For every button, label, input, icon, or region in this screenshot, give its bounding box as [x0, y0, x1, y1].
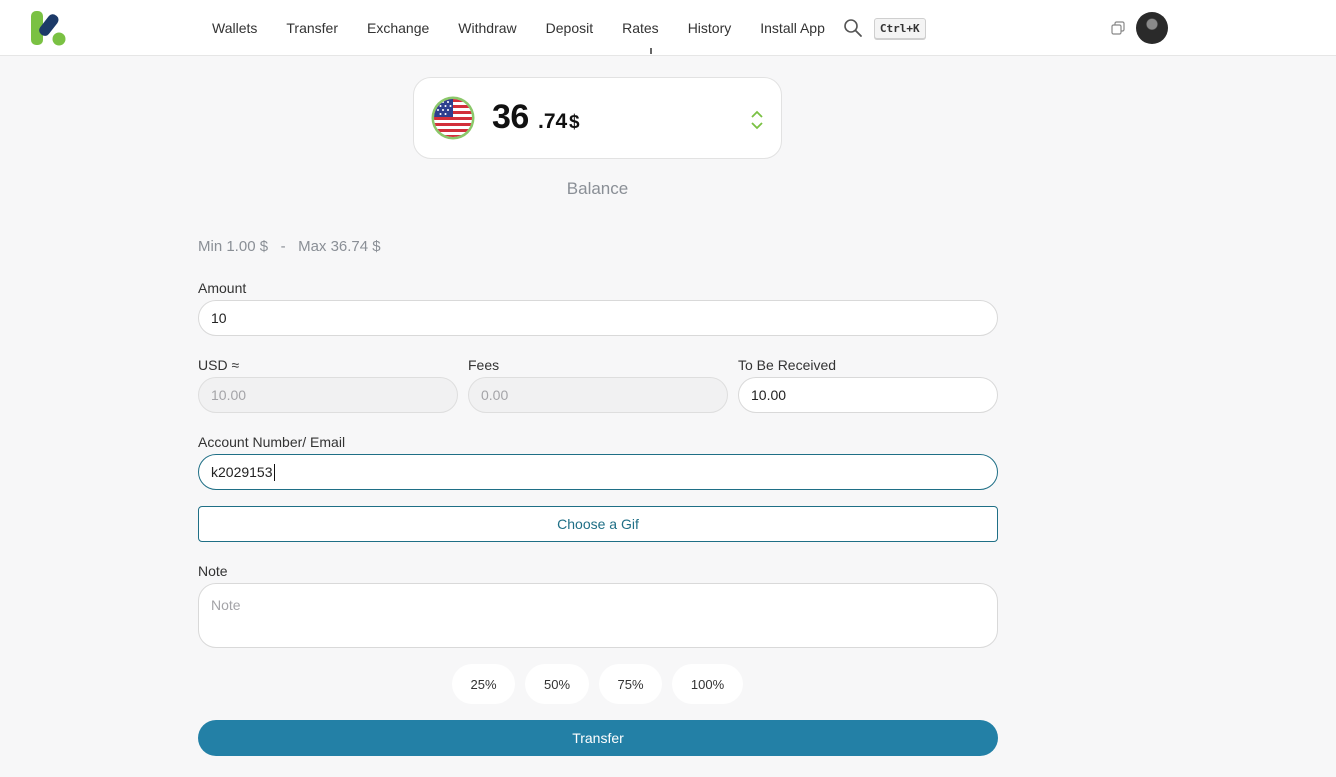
- transfer-limits: Min 1.00 $ - Max 36.74 $: [198, 238, 381, 255]
- amount-label: Amount: [198, 280, 247, 296]
- balance-decimal: .74: [538, 110, 568, 133]
- fees-value: 0.00: [481, 387, 509, 403]
- percent-75-button[interactable]: 75%: [599, 664, 662, 704]
- usd-equivalent-field: 10.00: [198, 377, 458, 413]
- min-limit: Min 1.00 $: [198, 238, 269, 255]
- percent-50-button[interactable]: 50%: [525, 664, 589, 704]
- top-header: Wallets Transfer Exchange Withdraw Depos…: [0, 0, 1336, 56]
- amount-input[interactable]: 10: [198, 300, 998, 336]
- limit-separator: -: [280, 238, 286, 255]
- usd-value: 10.00: [211, 387, 247, 403]
- text-caret: [273, 463, 275, 481]
- nav-history[interactable]: History: [688, 20, 732, 36]
- balance-currency: $: [569, 112, 580, 133]
- percent-100-button[interactable]: 100%: [672, 664, 743, 704]
- max-limit: Max 36.74 $: [298, 238, 381, 255]
- main-nav: Wallets Transfer Exchange Withdraw Depos…: [212, 0, 926, 56]
- fees-label: Fees: [468, 357, 500, 373]
- nav-install-app[interactable]: Install App: [760, 20, 825, 36]
- nav-transfer[interactable]: Transfer: [286, 20, 338, 36]
- choose-gif-button[interactable]: Choose a Gif: [198, 506, 998, 542]
- balance-integer: 36: [492, 98, 529, 136]
- brand-logo-icon[interactable]: [30, 11, 68, 47]
- search-shortcut-badge: Ctrl+K: [873, 17, 926, 39]
- note-textarea[interactable]: Note: [198, 583, 998, 648]
- fees-field: 0.00: [468, 377, 728, 413]
- balance-label: Balance: [566, 179, 629, 198]
- amount-value: 10: [211, 310, 227, 326]
- nav-withdraw[interactable]: Withdraw: [458, 20, 516, 36]
- account-value: k2029153: [211, 464, 273, 480]
- search-icon[interactable]: [843, 18, 863, 38]
- account-label: Account Number/ Email: [198, 434, 346, 450]
- transfer-button[interactable]: Transfer: [198, 720, 998, 756]
- chevron-up-down-icon[interactable]: [749, 109, 765, 131]
- us-flag-icon: [431, 96, 475, 140]
- nav-rates[interactable]: Rates: [622, 20, 659, 36]
- percent-25-button[interactable]: 25%: [452, 664, 515, 704]
- copy-icon[interactable]: [1111, 21, 1125, 35]
- nav-wallets[interactable]: Wallets: [212, 20, 257, 36]
- wallet-selector[interactable]: 36 .74 $: [413, 77, 782, 159]
- nav-deposit[interactable]: Deposit: [546, 20, 593, 36]
- to-be-received-value: 10.00: [751, 387, 787, 403]
- usd-label: USD ≈: [198, 357, 240, 373]
- to-be-received-input[interactable]: 10.00: [738, 377, 998, 413]
- user-avatar[interactable]: [1136, 12, 1168, 44]
- account-email-input[interactable]: k2029153: [198, 454, 998, 490]
- note-label: Note: [198, 563, 228, 579]
- to-be-received-label: To Be Received: [738, 357, 837, 373]
- scroll-hint-mark: [650, 48, 652, 54]
- nav-exchange[interactable]: Exchange: [367, 20, 429, 36]
